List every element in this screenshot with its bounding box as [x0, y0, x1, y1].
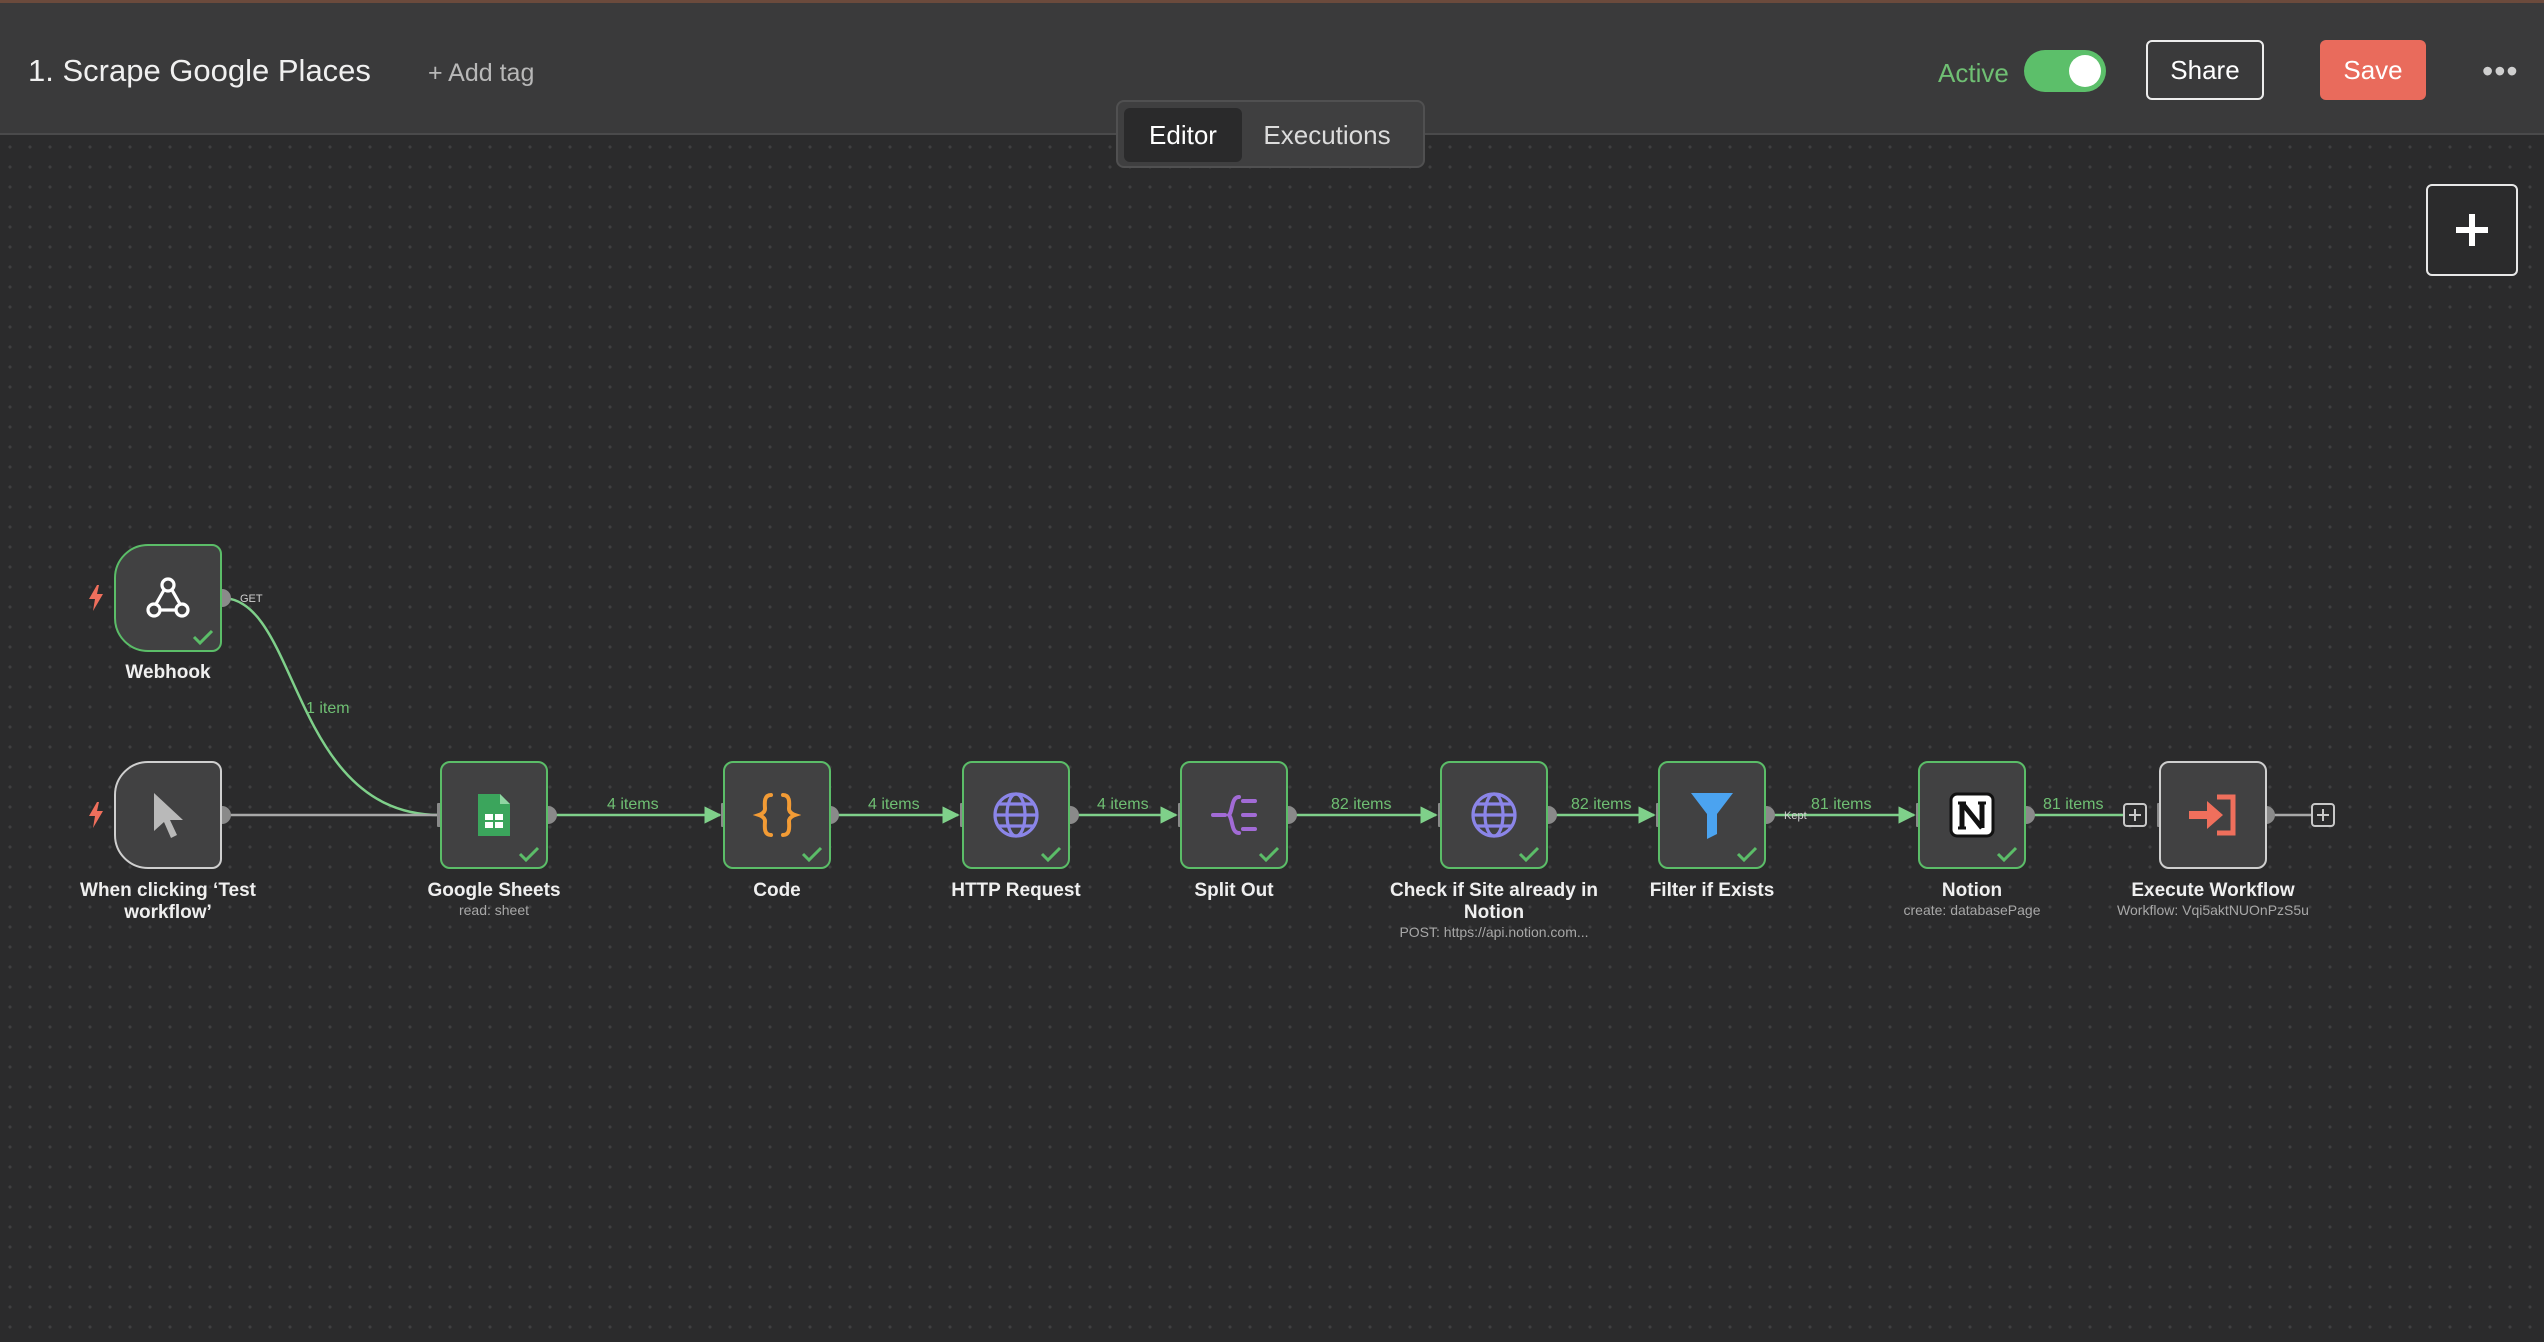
- node-subtitle-google-sheets: read: sheet: [458, 902, 530, 918]
- node-label-code: Code: [753, 880, 801, 901]
- trigger-bolt-icon: [89, 585, 103, 611]
- node-check-notion[interactable]: [1440, 761, 1548, 869]
- edge-label-check-filter: 82 items: [1571, 796, 1631, 813]
- node-label-filter: Filter if Exists: [1649, 880, 1775, 901]
- node-label-google-sheets: Google Sheets: [427, 880, 561, 901]
- success-check-icon: [1040, 846, 1062, 863]
- node-manual-trigger[interactable]: [114, 761, 222, 869]
- node-notion[interactable]: [1918, 761, 2026, 869]
- add-after-notion-icon[interactable]: [2123, 803, 2147, 827]
- node-google-sheets[interactable]: [440, 761, 548, 869]
- node-label-execute-workflow: Execute Workflow: [2131, 880, 2295, 901]
- filter-icon: [1691, 793, 1733, 839]
- globe-icon: [993, 792, 1039, 838]
- node-http-request[interactable]: [962, 761, 1070, 869]
- success-check-icon: [1258, 846, 1280, 863]
- google-sheets-icon: [478, 794, 510, 836]
- success-check-icon: [192, 629, 214, 646]
- node-label-webhook: Webhook: [125, 662, 211, 683]
- node-split-out[interactable]: [1180, 761, 1288, 869]
- edge-label-sheets-code: 4 items: [607, 796, 659, 813]
- split-out-icon: [1211, 795, 1257, 835]
- edge-label-filter-notion: 81 items: [1811, 796, 1871, 813]
- edge-label-notion-execute: 81 items: [2043, 796, 2103, 813]
- node-filter[interactable]: [1658, 761, 1766, 869]
- edge-label-http-split: 4 items: [1097, 796, 1149, 813]
- node-label-check-notion: Check if Site already in Notion: [1389, 880, 1599, 923]
- node-label-manual-trigger: When clicking ‘Test workflow’: [80, 880, 256, 923]
- edge-label-webhook-sheets: 1 item: [306, 700, 350, 717]
- node-subtitle-execute-workflow: Workflow: Vqi5aktNUOnPzS5u: [2117, 902, 2309, 918]
- view-tabs: Editor Executions: [1116, 100, 1425, 168]
- success-check-icon: [1996, 846, 2018, 863]
- cursor-icon: [154, 793, 183, 838]
- globe-icon: [1471, 792, 1517, 838]
- notion-icon: [1949, 792, 1995, 838]
- edge-label-filter-kept: Kept: [1784, 810, 1807, 822]
- code-braces-icon: [753, 793, 801, 837]
- success-check-icon: [1518, 846, 1540, 863]
- node-label-split-out: Split Out: [1194, 880, 1274, 901]
- node-label-notion: Notion: [1941, 880, 2003, 901]
- tab-editor[interactable]: Editor: [1124, 108, 1242, 162]
- node-label-http-request: HTTP Request: [951, 880, 1081, 901]
- node-execute-workflow[interactable]: [2159, 761, 2267, 869]
- success-check-icon: [518, 846, 540, 863]
- node-subtitle-check-notion: POST: https://api.notion.com...: [1399, 924, 1589, 940]
- edge-label-webhook-method: GET: [240, 593, 263, 605]
- edge-label-split-check: 82 items: [1331, 796, 1391, 813]
- tab-executions[interactable]: Executions: [1242, 108, 1412, 162]
- node-webhook[interactable]: [114, 544, 222, 652]
- success-check-icon: [1736, 846, 1758, 863]
- node-code[interactable]: [723, 761, 831, 869]
- add-after-execute-icon[interactable]: [2311, 803, 2335, 827]
- success-check-icon: [801, 846, 823, 863]
- connections-layer: GET 1 item 4 items 4 items 4 items 82 it…: [213, 589, 2335, 827]
- node-subtitle-notion: create: databasePage: [1903, 902, 2041, 918]
- webhook-icon: [146, 577, 190, 618]
- trigger-bolt-icon: [89, 802, 103, 828]
- execute-workflow-icon: [2189, 794, 2236, 836]
- edge-label-code-http: 4 items: [868, 796, 920, 813]
